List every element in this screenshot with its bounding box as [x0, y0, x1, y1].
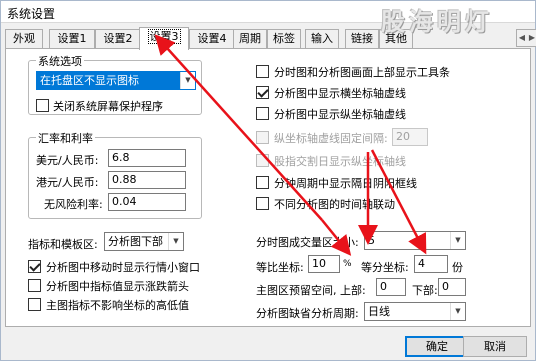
ratio-coord-input[interactable]: 10: [308, 255, 340, 273]
tab-label: 链接: [351, 32, 373, 45]
default-period-label: 分析图缺省分析周期:: [256, 307, 359, 320]
volume-size-select[interactable]: 5 ▼: [364, 231, 466, 250]
indicator-arrows-label: 分析图中指标值显示涨跌箭头: [46, 280, 189, 293]
overnight-box-label: 分钟周期中显示隔日阴阳框线: [274, 177, 417, 190]
chevron-down-icon[interactable]: ▼: [168, 233, 183, 250]
tab-label: 设置2: [103, 32, 133, 45]
exchange-rates-legend: 汇率和利率: [36, 130, 95, 146]
ok-button[interactable]: 确定: [405, 336, 469, 357]
indicator-arrows-checkbox[interactable]: [28, 279, 41, 292]
settings-dialog: 系统设置 股海明灯 外观 设置1 设置2 设置3 设置4 周期 标签 输入 链接…: [0, 0, 536, 361]
fixed-interval-checkbox[interactable]: [256, 131, 269, 144]
close-screensaver-label: 关闭系统屏幕保护程序: [53, 100, 163, 113]
tab-labels[interactable]: 标签: [267, 29, 301, 49]
main-indicator-scale-checkbox[interactable]: [28, 298, 41, 311]
ratio-unit: %: [343, 259, 352, 269]
tab-label: 设置4: [197, 32, 227, 45]
indicator-area-select[interactable]: 分析图下部 ▼: [104, 232, 184, 251]
delivery-day-axis-checkbox[interactable]: [256, 154, 269, 167]
chevron-down-icon[interactable]: ▼: [450, 303, 465, 320]
show-toolbar-label: 分时图和分析图画面上部显示工具条: [274, 66, 450, 79]
tab-input[interactable]: 输入: [305, 29, 339, 49]
time-axis-link-label: 不同分析图的时间轴联动: [274, 198, 395, 211]
chevron-right-icon[interactable]: ▶: [527, 30, 536, 46]
tab-label: 输入: [311, 32, 333, 45]
riskfree-label: 无风险利率:: [44, 198, 103, 211]
equal-unit: 份: [452, 261, 463, 274]
horizontal-gridline-label: 分析图中显示横坐标轴虚线: [274, 87, 406, 100]
fixed-interval-input[interactable]: 20: [392, 128, 428, 146]
usd-label: 美元/人民币:: [36, 154, 99, 167]
reserve-bottom-input[interactable]: 0: [438, 278, 466, 296]
tab-settings4[interactable]: 设置4: [189, 29, 235, 49]
show-toolbar-checkbox[interactable]: [256, 65, 269, 78]
hkd-rate-input[interactable]: 0.88: [108, 171, 186, 189]
tab-label: 其他: [385, 32, 407, 45]
tab-other[interactable]: 其他: [379, 29, 413, 49]
tab-settings2[interactable]: 设置2: [95, 29, 141, 49]
main-indicator-scale-label: 主图指标不影响坐标的高低值: [46, 299, 189, 312]
close-screensaver-checkbox[interactable]: [36, 99, 49, 112]
reserve-top-input[interactable]: 0: [376, 278, 406, 296]
chevron-left-icon[interactable]: ◀: [517, 30, 527, 46]
delivery-day-axis-label: 股指交割日显示纵坐标轴线: [274, 155, 406, 168]
reserve-space-label: 主图区预留空间, 上部:: [256, 284, 366, 297]
hkd-label: 港元/人民币:: [36, 176, 99, 189]
horizontal-gridline-checkbox[interactable]: [256, 86, 269, 99]
tray-icon-select[interactable]: 在托盘区不显示图标 ▼: [36, 71, 196, 90]
indicator-area-label: 指标和模板区:: [28, 238, 98, 251]
tab-links[interactable]: 链接: [345, 29, 379, 49]
fixed-interval-label: 纵坐标轴虚线固定间隔:: [274, 132, 388, 145]
tab-settings1[interactable]: 设置1: [49, 29, 95, 49]
tab-bar: 外观 设置1 设置2 设置3 设置4 周期 标签 输入 链接 其他 ◀ ▶: [5, 27, 536, 50]
system-options-legend: 系统选项: [36, 53, 84, 69]
equal-coord-input[interactable]: 4: [414, 255, 448, 273]
show-quote-window-checkbox[interactable]: [28, 260, 41, 273]
tab-settings3[interactable]: 设置3: [139, 27, 189, 50]
vertical-gridline-checkbox[interactable]: [256, 107, 269, 120]
riskfree-rate-input[interactable]: 0.04: [108, 193, 186, 211]
tab-label: 设置3: [147, 29, 181, 44]
vertical-gridline-label: 分析图中显示纵坐标轴虚线: [274, 108, 406, 121]
chevron-down-icon[interactable]: ▼: [450, 232, 465, 249]
tray-icon-value: 在托盘区不显示图标: [40, 74, 139, 87]
tab-period[interactable]: 周期: [233, 29, 267, 49]
reserve-bottom-label: 下部:: [412, 284, 438, 297]
default-period-select[interactable]: 日线 ▼: [364, 302, 466, 321]
tab-label: 周期: [239, 32, 261, 45]
equal-coord-label: 等分坐标:: [361, 261, 409, 274]
settings3-panel: 系统选项 在托盘区不显示图标 ▼ 关闭系统屏幕保护程序 汇率和利率 美元/人民币…: [5, 48, 531, 327]
volume-size-value: 5: [368, 234, 375, 247]
cancel-button[interactable]: 取消: [463, 336, 527, 357]
window-title: 系统设置: [7, 7, 56, 21]
tab-scroll-buttons[interactable]: ◀ ▶: [516, 29, 536, 47]
title-bar: 系统设置: [1, 1, 535, 23]
default-period-value: 日线: [368, 305, 390, 318]
tab-label: 标签: [273, 32, 295, 45]
tab-appearance[interactable]: 外观: [5, 29, 43, 49]
ratio-coord-label: 等比坐标:: [256, 261, 304, 274]
chevron-down-icon[interactable]: ▼: [180, 72, 195, 89]
overnight-box-checkbox[interactable]: [256, 176, 269, 189]
time-axis-link-checkbox[interactable]: [256, 197, 269, 210]
tab-label: 设置1: [57, 32, 87, 45]
indicator-area-value: 分析图下部: [108, 235, 163, 248]
show-quote-window-label: 分析图中移动时显示行情小窗口: [46, 261, 200, 274]
usd-rate-input[interactable]: 6.8: [108, 149, 186, 167]
tab-label: 外观: [13, 32, 35, 45]
volume-size-label: 分时图成交量区大小:: [256, 236, 359, 249]
